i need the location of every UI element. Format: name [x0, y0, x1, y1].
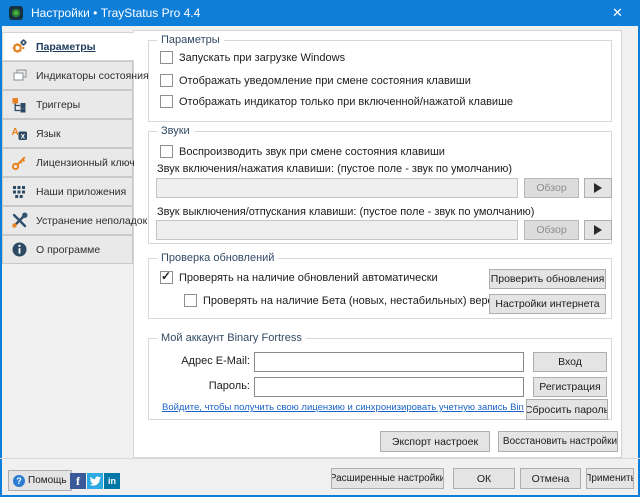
- help-button[interactable]: ? Помощь: [8, 470, 72, 491]
- sidebar-item-troubleshooting[interactable]: Устранение неполадок: [2, 206, 133, 235]
- email-label: Адрес E-Mail:: [150, 355, 250, 367]
- footer-divider: [0, 458, 640, 459]
- reset-password-button[interactable]: Сбросить пароль: [526, 399, 608, 420]
- key-on-sound-label: Звук включения/нажатия клавиши: (пустое …: [157, 163, 512, 175]
- status-windows-icon: [11, 67, 28, 84]
- checkbox-box[interactable]: [184, 294, 197, 307]
- key-on-sound-input[interactable]: [156, 178, 518, 198]
- sidebar-item-label: Язык: [36, 128, 61, 140]
- signin-link[interactable]: Войдите, чтобы получить свою лицензию и …: [162, 402, 524, 413]
- checkbox-box[interactable]: [160, 74, 173, 87]
- twitter-icon[interactable]: [87, 473, 103, 489]
- linkedin-icon[interactable]: in: [104, 473, 120, 489]
- restore-settings-button[interactable]: Восстановить настройки: [498, 431, 618, 452]
- sidebar-item-label: Лицензионный ключ: [36, 157, 135, 169]
- sidebar-item-label: Индикаторы состояния: [36, 70, 149, 82]
- sidebar-item-about[interactable]: О программе: [2, 235, 133, 264]
- window-title: Настройки • TrayStatus Pro 4.4: [31, 0, 200, 26]
- license-key-icon: [11, 154, 28, 171]
- ok-button[interactable]: ОК: [453, 468, 515, 489]
- password-label: Пароль:: [150, 380, 250, 392]
- sidebar-item-status-indicators[interactable]: Индикаторы состояния: [2, 61, 133, 90]
- restore-settings-label: Восстановить настройки: [503, 436, 617, 447]
- help-label: Помощь: [28, 475, 67, 486]
- email-input[interactable]: [254, 352, 524, 372]
- sidebar-item-license-key[interactable]: Лицензионный ключ: [2, 148, 133, 177]
- password-input[interactable]: [254, 377, 524, 397]
- sidebar-item-label: Устранение неполадок: [36, 215, 147, 227]
- apply-button[interactable]: Применить: [586, 468, 634, 489]
- updates-group-title: Проверка обновлений: [157, 252, 278, 264]
- sidebar-item-triggers[interactable]: Триггеры: [2, 90, 133, 119]
- help-icon: ?: [13, 475, 25, 487]
- checkbox-label: Проверять на наличие обновлений автомати…: [179, 272, 438, 284]
- browse-on-button[interactable]: Обзор: [524, 178, 579, 198]
- play-icon: [594, 225, 602, 235]
- account-group-title: Мой аккаунт Binary Fortress: [157, 332, 306, 344]
- login-button[interactable]: Вход: [533, 352, 607, 372]
- browse-off-button[interactable]: Обзор: [524, 220, 579, 240]
- sidebar-item-label: Наши приложения: [36, 186, 126, 198]
- checkbox-label: Отображать индикатор только при включенн…: [179, 96, 513, 108]
- sidebar-item-label: Триггеры: [36, 99, 80, 111]
- close-icon[interactable]: ✕: [595, 0, 640, 26]
- key-off-sound-label: Звук выключения/отпускания клавиши: (пус…: [157, 206, 534, 218]
- advanced-settings-button[interactable]: Расширенные настройки: [331, 468, 444, 489]
- key-off-sound-input[interactable]: [156, 220, 518, 240]
- check-updates-button[interactable]: Проверить обновления: [489, 269, 606, 289]
- checkbox-run-at-startup[interactable]: Запускать при загрузке Windows: [160, 51, 345, 64]
- sidebar-item-our-apps[interactable]: Наши приложения: [2, 177, 133, 206]
- apps-grid-icon: [11, 183, 28, 200]
- checkbox-indicator-only-active[interactable]: Отображать индикатор только при включенн…: [160, 95, 513, 108]
- title-bar[interactable]: Настройки • TrayStatus Pro 4.4 ✕: [0, 0, 640, 26]
- checkbox-show-notification[interactable]: Отображать уведомление при смене состоян…: [160, 74, 471, 87]
- internet-settings-button[interactable]: Настройки интернета: [489, 294, 606, 314]
- twitter-bird-icon: [89, 475, 101, 487]
- export-settings-button[interactable]: Экспорт настроек: [380, 431, 490, 452]
- checkbox-box[interactable]: [160, 145, 173, 158]
- facebook-icon[interactable]: f: [70, 473, 86, 489]
- register-button[interactable]: Регистрация: [533, 377, 607, 397]
- sidebar-item-language[interactable]: A x Язык: [2, 119, 133, 148]
- sounds-group-title: Звуки: [157, 125, 194, 137]
- checkbox-box[interactable]: [160, 271, 173, 284]
- troubleshooting-tools-icon: [11, 212, 28, 229]
- sidebar-item-label: О программе: [36, 244, 100, 256]
- checkbox-box[interactable]: [160, 95, 173, 108]
- checkbox-label: Воспроизводить звук при смене состояния …: [179, 146, 445, 158]
- svg-text:x: x: [21, 131, 26, 140]
- svg-text:A: A: [12, 127, 19, 138]
- sidebar-item-label: Параметры: [36, 41, 96, 53]
- play-on-sound-button[interactable]: [584, 178, 612, 198]
- gears-icon: [11, 38, 28, 55]
- sidebar-item-parameters[interactable]: Параметры: [2, 32, 134, 61]
- play-off-sound-button[interactable]: [584, 220, 612, 240]
- about-info-icon: [11, 241, 28, 258]
- checkbox-label: Запускать при загрузке Windows: [179, 52, 345, 64]
- cancel-button[interactable]: Отмена: [520, 468, 581, 489]
- green-status-dot-icon: [12, 9, 20, 17]
- play-icon: [594, 183, 602, 193]
- checkbox-box[interactable]: [160, 51, 173, 64]
- checkbox-label: Отображать уведомление при смене состоян…: [179, 75, 471, 87]
- checkbox-play-sound[interactable]: Воспроизводить звук при смене состояния …: [160, 145, 445, 158]
- app-icon: [9, 6, 23, 20]
- triggers-tree-icon: [11, 96, 28, 113]
- checkbox-auto-updates[interactable]: Проверять на наличие обновлений автомати…: [160, 271, 438, 284]
- settings-window: Настройки • TrayStatus Pro 4.4 ✕ Парамет…: [0, 0, 640, 497]
- language-icon: A x: [11, 125, 28, 142]
- parameters-group-title: Параметры: [157, 34, 224, 46]
